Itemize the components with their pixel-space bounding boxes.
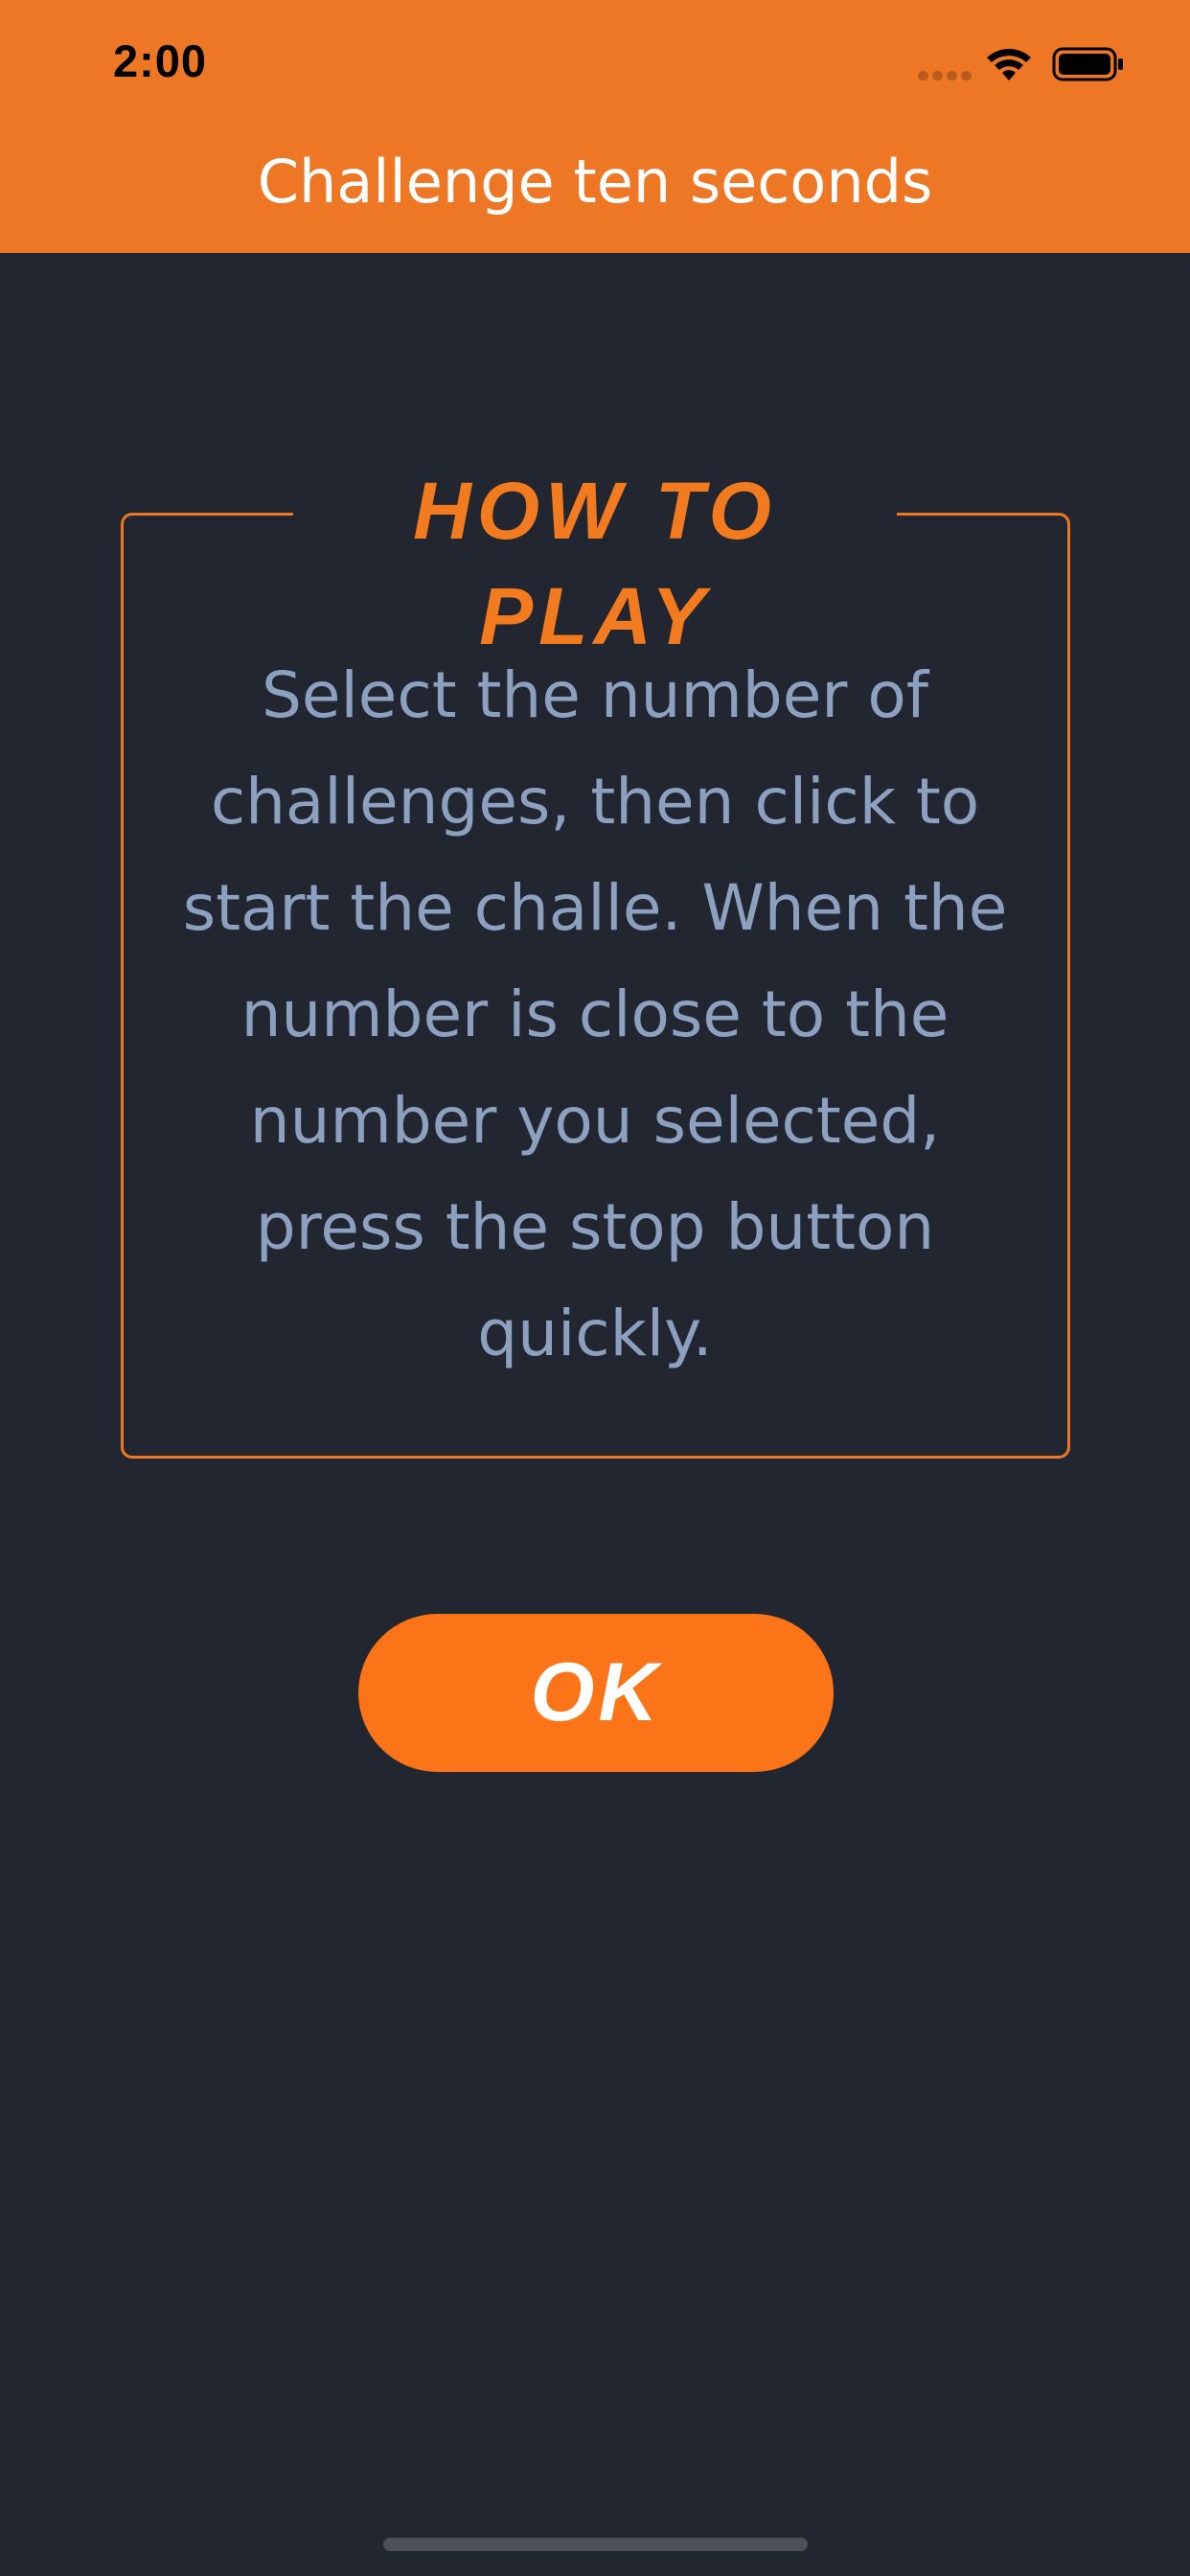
instructions-text: Select the number of challenges, then cl…: [182, 658, 1008, 1370]
ok-button[interactable]: OK: [358, 1614, 834, 1772]
navigation-header: 2:00 Challenge ten seconds: [0, 0, 1190, 253]
status-time: 2:00: [113, 35, 208, 86]
page-title: Challenge ten seconds: [257, 147, 933, 217]
cellular-signal-icon: [918, 71, 973, 80]
home-indicator[interactable]: [383, 2538, 808, 2551]
wifi-icon: [987, 49, 1031, 80]
how-to-play-title: HOW TO PLAY: [293, 458, 897, 661]
battery-icon: [1052, 47, 1123, 81]
